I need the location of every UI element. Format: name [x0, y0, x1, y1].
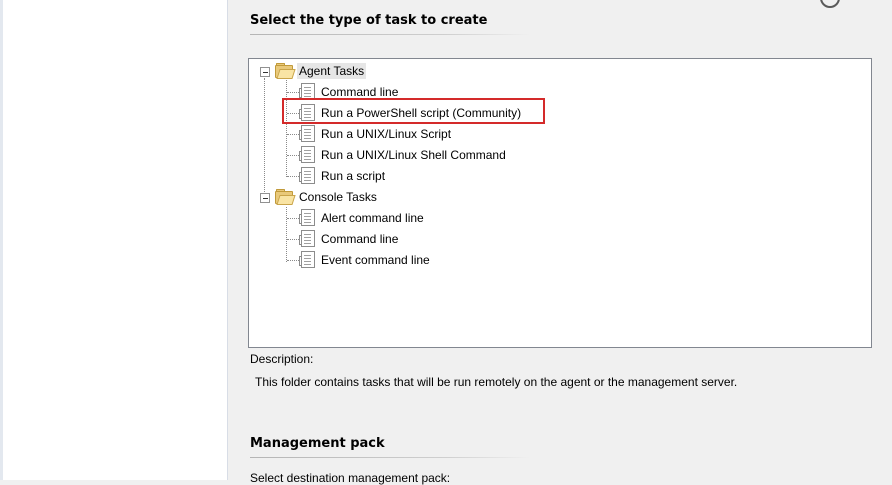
tree-node-run-unix-linux-script[interactable]: Run a UNIX/Linux Script	[319, 126, 453, 142]
management-pack-heading-rule	[250, 457, 530, 458]
management-pack-sublabel: Select destination management pack:	[250, 471, 451, 485]
task-type-heading-rule	[250, 34, 530, 35]
folder-open-icon	[275, 189, 296, 205]
tree-connector-h	[287, 239, 299, 240]
agent-tasks-collapse-toggle[interactable]	[260, 67, 270, 77]
tree-connector-root	[264, 78, 265, 198]
task-icon	[299, 125, 315, 142]
folder-open-icon	[275, 63, 296, 79]
management-pack-heading: Management pack	[250, 436, 385, 451]
tree-connector-h	[287, 260, 299, 261]
console-tasks-collapse-toggle[interactable]	[260, 193, 270, 203]
tree-node-run-a-script[interactable]: Run a script	[319, 168, 387, 184]
task-icon	[299, 167, 315, 184]
tree-node-alert-command-line[interactable]: Alert command line	[319, 210, 426, 226]
description-text: This folder contains tasks that will be …	[255, 375, 738, 389]
tree-connector-h	[287, 134, 299, 135]
tree-connector-h	[287, 176, 299, 177]
navigation-pane	[0, 0, 228, 480]
navigation-pane-edge	[0, 0, 3, 480]
tree-connector-h	[287, 218, 299, 219]
task-icon	[299, 146, 315, 163]
tree-connector-agent-tasks	[286, 80, 287, 177]
tree-connector-h	[287, 155, 299, 156]
task-type-heading: Select the type of task to create	[250, 13, 488, 28]
tree-node-agent-tasks[interactable]: Agent Tasks	[297, 63, 367, 79]
highlight-annotation-box	[282, 98, 545, 124]
tree-node-run-unix-linux-shell-command[interactable]: Run a UNIX/Linux Shell Command	[319, 147, 508, 163]
task-icon	[299, 230, 315, 247]
tree-node-event-command-line[interactable]: Event command line	[319, 252, 432, 268]
task-icon	[299, 209, 315, 226]
description-label: Description:	[250, 352, 314, 366]
tree-connector-h	[287, 92, 299, 93]
tree-connector-console-tasks	[286, 207, 287, 262]
task-icon	[299, 251, 315, 268]
tree-node-console-command-line[interactable]: Command line	[319, 231, 400, 247]
tree-node-console-tasks[interactable]: Console Tasks	[297, 189, 379, 205]
help-icon[interactable]	[820, 0, 840, 8]
